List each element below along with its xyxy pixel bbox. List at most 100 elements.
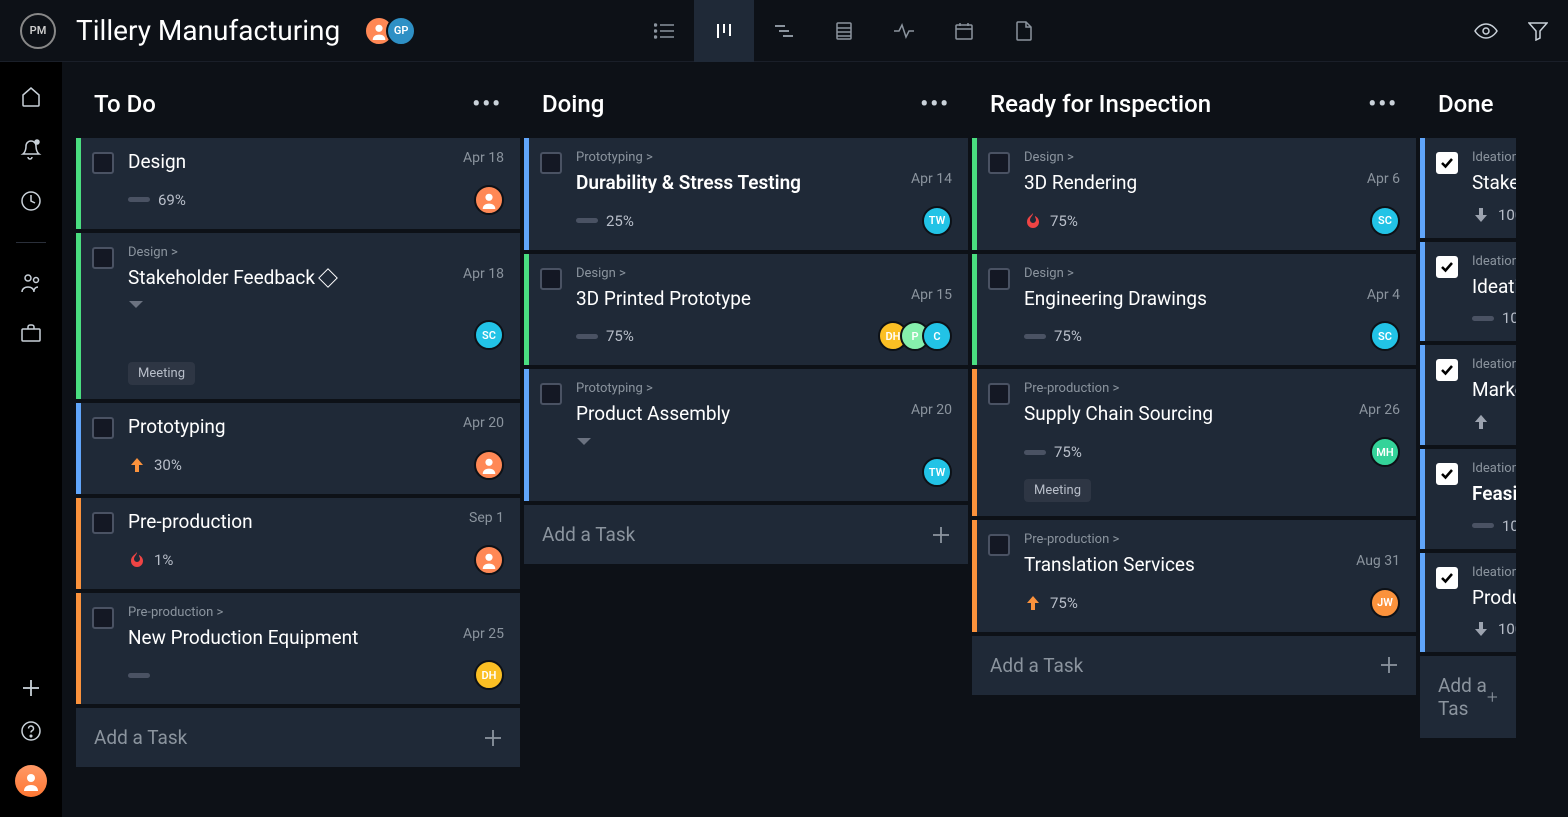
assignee-avatar[interactable]: TW (922, 457, 952, 487)
task-title: Design (128, 150, 186, 175)
task-card[interactable]: Ideation Feasib 100 (1420, 449, 1516, 549)
task-checkbox[interactable] (92, 607, 114, 629)
chevron-down-icon[interactable] (576, 437, 952, 447)
add-task-button[interactable]: Add a Task (76, 708, 520, 767)
task-progress: 75% (1024, 443, 1082, 461)
task-checkbox[interactable] (92, 417, 114, 439)
task-title: Translation Services (1024, 553, 1195, 578)
task-parent: Pre-production > (1024, 381, 1400, 396)
task-progress: 25% (576, 212, 634, 230)
assignee-avatar[interactable]: TW (922, 206, 952, 236)
filter-icon[interactable] (1528, 21, 1548, 41)
task-title: Supply Chain Sourcing (1024, 402, 1213, 427)
task-checkbox[interactable] (988, 534, 1010, 556)
app-logo[interactable]: PM (20, 13, 56, 49)
task-date: Apr 20 (463, 415, 504, 431)
task-card[interactable]: Pre-production Sep 1 1% (76, 498, 520, 589)
nav-notifications[interactable] (20, 138, 42, 160)
assignee-avatar[interactable]: JW (1370, 588, 1400, 618)
task-checkbox[interactable] (540, 152, 562, 174)
task-card[interactable]: Design > Engineering Drawings Apr 4 75%S… (972, 254, 1416, 366)
nav-home[interactable] (20, 86, 42, 108)
task-card[interactable]: Ideation Ideatio 100 (1420, 242, 1516, 342)
view-sheet[interactable] (814, 0, 874, 62)
assignee-avatar[interactable]: DH (474, 660, 504, 690)
nav-add[interactable] (22, 679, 40, 697)
task-progress: 75% (1024, 327, 1082, 345)
task-date: Apr 6 (1367, 171, 1400, 187)
project-members[interactable]: GP (364, 16, 416, 46)
chevron-down-icon[interactable] (128, 300, 504, 310)
task-progress: 100 (1472, 620, 1516, 638)
visibility-icon[interactable] (1474, 21, 1498, 41)
add-task-button[interactable]: Add a Task (972, 636, 1416, 695)
task-card[interactable]: Pre-production > Translation Services Au… (972, 520, 1416, 632)
task-checkbox[interactable] (92, 512, 114, 534)
task-date: Apr 26 (1359, 402, 1400, 418)
task-checkbox[interactable] (1436, 256, 1458, 278)
task-title: Engineering Drawings (1024, 287, 1207, 312)
task-checkbox[interactable] (988, 268, 1010, 290)
view-calendar[interactable] (934, 0, 994, 62)
view-list[interactable] (634, 0, 694, 62)
task-title: Durability & Stress Testing (576, 171, 801, 196)
task-card[interactable]: Ideation Marke (1420, 345, 1516, 445)
view-kanban[interactable] (694, 0, 754, 62)
task-card[interactable]: Pre-production > New Production Equipmen… (76, 593, 520, 705)
task-checkbox[interactable] (540, 383, 562, 405)
view-files[interactable] (994, 0, 1054, 62)
user-avatar[interactable] (15, 765, 47, 797)
assignee-avatar[interactable]: SC (1370, 321, 1400, 351)
assignee-avatar[interactable]: MH (1370, 437, 1400, 467)
view-activity[interactable] (874, 0, 934, 62)
task-parent: Design > (1024, 266, 1400, 281)
task-card[interactable]: Prototyping > Durability & Stress Testin… (524, 138, 968, 250)
assignee-avatar[interactable] (474, 185, 504, 215)
task-checkbox[interactable] (988, 383, 1010, 405)
task-card[interactable]: Design > Stakeholder Feedback Apr 18 SC … (76, 233, 520, 400)
task-card[interactable]: Design Apr 18 69% (76, 138, 520, 229)
task-card[interactable]: Design > 3D Printed Prototype Apr 15 75%… (524, 254, 968, 366)
task-card[interactable]: Ideation Stakeh 100 (1420, 138, 1516, 238)
assignee-avatar[interactable]: SC (474, 320, 504, 350)
sidebar (0, 62, 62, 817)
task-checkbox[interactable] (988, 152, 1010, 174)
column-menu[interactable]: ••• (1368, 92, 1398, 117)
task-checkbox[interactable] (92, 247, 114, 269)
nav-help[interactable] (21, 721, 41, 741)
member-avatar[interactable]: GP (386, 16, 416, 46)
assignee-avatar[interactable]: SC (1370, 206, 1400, 236)
nav-recent[interactable] (20, 190, 42, 212)
task-checkbox[interactable] (1436, 567, 1458, 589)
view-gantt[interactable] (754, 0, 814, 62)
assignee-avatar[interactable]: C (922, 321, 952, 351)
milestone-icon (318, 268, 338, 288)
task-checkbox[interactable] (1436, 463, 1458, 485)
task-checkbox[interactable] (540, 268, 562, 290)
column-title: Ready for Inspection (990, 90, 1211, 118)
task-checkbox[interactable] (1436, 359, 1458, 381)
assignee-avatar[interactable] (474, 545, 504, 575)
task-card[interactable]: Prototyping Apr 20 30% (76, 403, 520, 494)
assignee-avatar[interactable] (474, 450, 504, 480)
add-task-button[interactable]: Add a Tas (1420, 656, 1516, 738)
add-task-button[interactable]: Add a Task (524, 505, 968, 564)
kanban-column: Doing••• Prototyping > Durability & Stre… (524, 76, 968, 817)
nav-portfolio[interactable] (20, 323, 42, 343)
task-card[interactable]: Design > 3D Rendering Apr 6 75%SC (972, 138, 1416, 250)
kanban-board: To Do ••• Design Apr 18 69% Design > Stak… (62, 62, 1568, 817)
column-menu[interactable]: ••• (472, 92, 502, 117)
task-progress: 75% (1024, 594, 1078, 612)
task-checkbox[interactable] (1436, 152, 1458, 174)
task-checkbox[interactable] (92, 152, 114, 174)
nav-team[interactable] (20, 273, 42, 293)
task-title: 3D Printed Prototype (576, 287, 751, 312)
task-card[interactable]: Pre-production > Supply Chain Sourcing A… (972, 369, 1416, 516)
task-card[interactable]: Ideation Produ 100 (1420, 553, 1516, 653)
column-menu[interactable]: ••• (920, 92, 950, 117)
task-card[interactable]: Prototyping > Product Assembly Apr 20 TW (524, 369, 968, 501)
column-title: To Do (94, 90, 156, 118)
task-progress: 75% (1024, 212, 1078, 230)
task-date: Apr 18 (463, 266, 504, 282)
project-title: Tillery Manufacturing (76, 14, 340, 47)
